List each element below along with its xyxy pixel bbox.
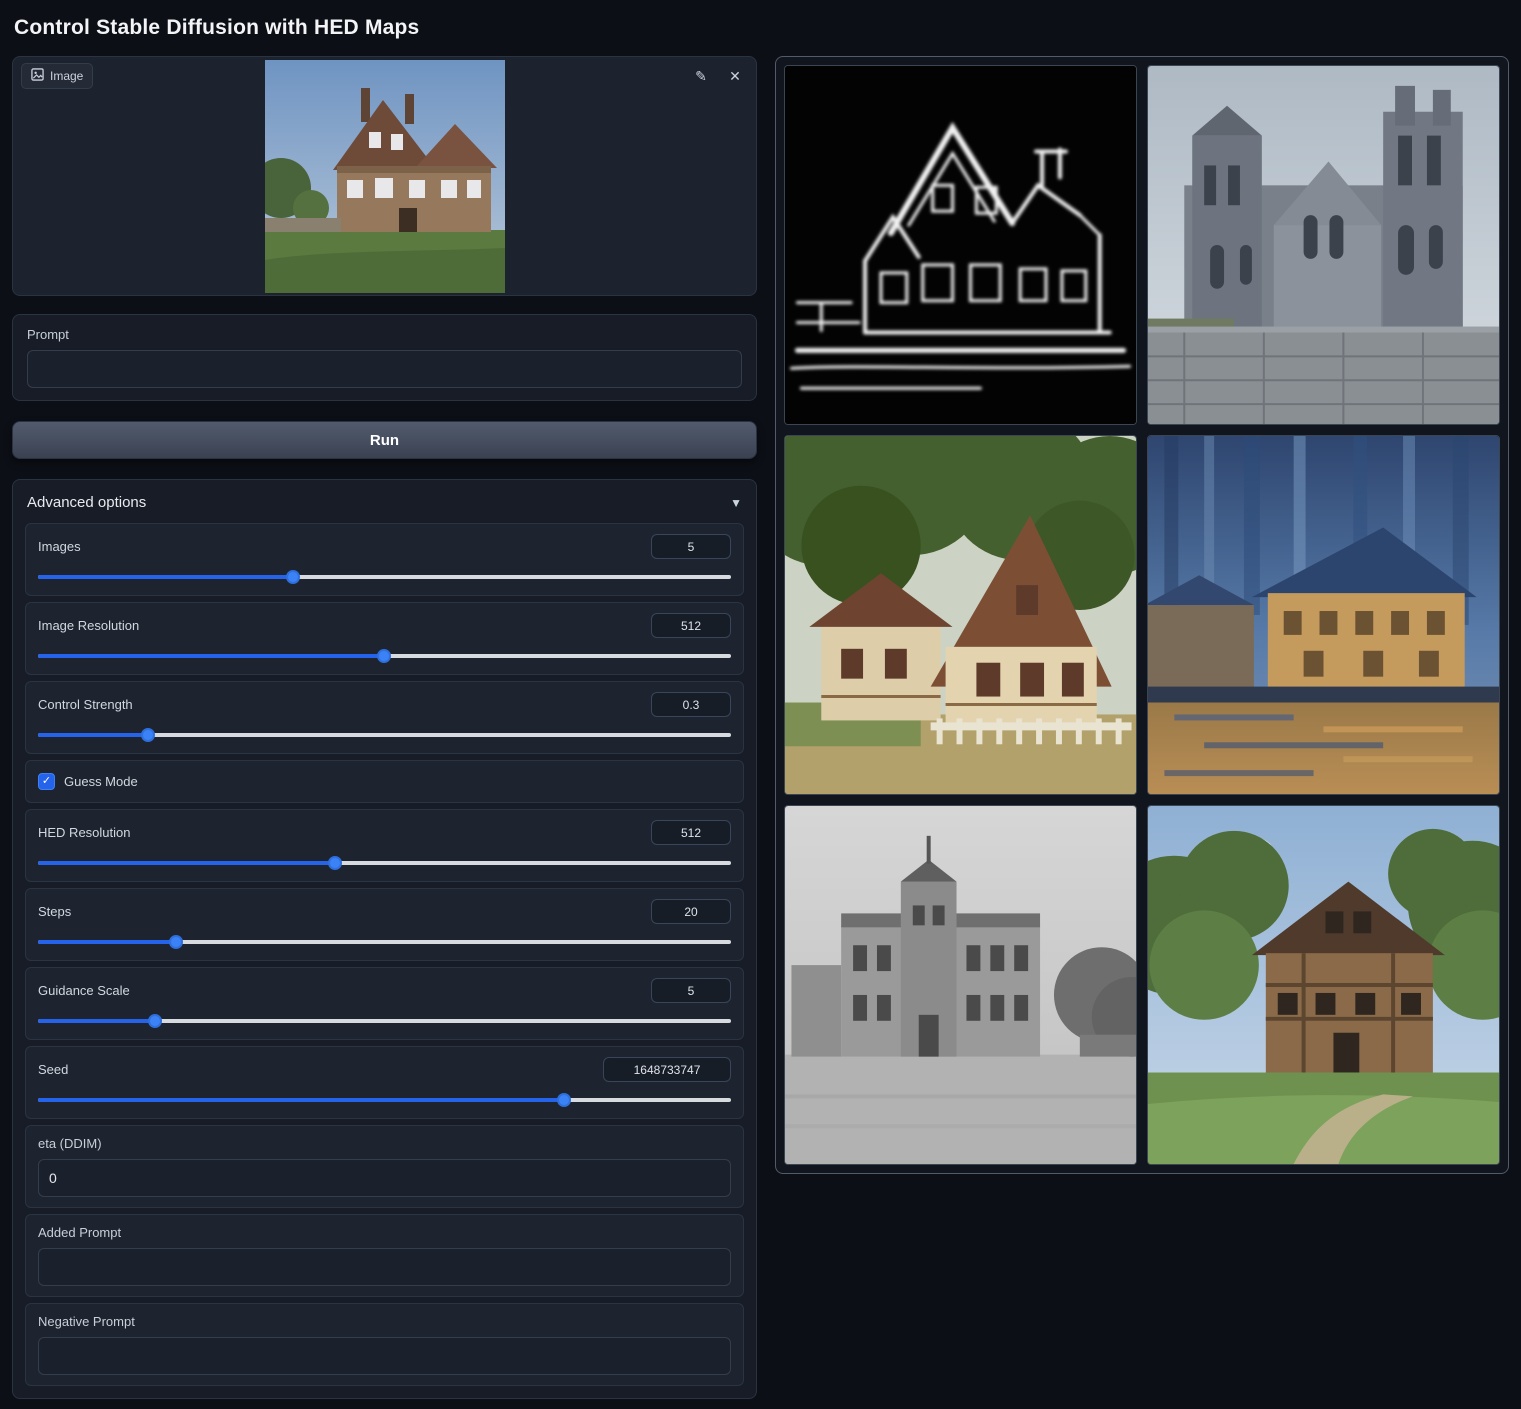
negative-prompt-label: Negative Prompt bbox=[38, 1314, 731, 1329]
steps-value-input[interactable] bbox=[651, 899, 731, 924]
control-strength-value-input[interactable] bbox=[651, 692, 731, 717]
slider-thumb[interactable] bbox=[141, 728, 155, 742]
run-button[interactable]: Run bbox=[12, 421, 757, 459]
edit-image-button[interactable]: ✎ bbox=[690, 65, 712, 87]
advanced-options-title: Advanced options bbox=[27, 494, 146, 511]
eta-input[interactable] bbox=[38, 1159, 731, 1197]
slider-row-guidance-scale: Guidance Scale bbox=[25, 967, 744, 1040]
guidance-scale-slider[interactable] bbox=[38, 1013, 731, 1029]
image-tab: Image bbox=[21, 63, 93, 89]
advanced-options-panel: Advanced options ▼ Images Image Resoluti… bbox=[12, 479, 757, 1399]
added-prompt-input[interactable] bbox=[38, 1248, 731, 1286]
hed-resolution-slider[interactable] bbox=[38, 855, 731, 871]
slider-row-steps: Steps bbox=[25, 888, 744, 961]
guess-mode-checkbox[interactable]: ✓ bbox=[38, 773, 55, 790]
slider-row-image-resolution: Image Resolution bbox=[25, 602, 744, 675]
page-title: Control Stable Diffusion with HED Maps bbox=[14, 16, 1509, 40]
hed-resolution-value-input[interactable] bbox=[651, 820, 731, 845]
steps-slider[interactable] bbox=[38, 934, 731, 950]
output-column bbox=[775, 56, 1509, 1174]
control-strength-label: Control Strength bbox=[38, 697, 133, 712]
image-tab-label: Image bbox=[50, 69, 83, 83]
image-resolution-slider[interactable] bbox=[38, 648, 731, 664]
seed-slider[interactable] bbox=[38, 1092, 731, 1108]
negative-prompt-row: Negative Prompt bbox=[25, 1303, 744, 1386]
eta-row: eta (DDIM) bbox=[25, 1125, 744, 1208]
image-resolution-label: Image Resolution bbox=[38, 618, 139, 633]
gallery-item-monochrome-building[interactable] bbox=[784, 805, 1137, 1165]
negative-prompt-input[interactable] bbox=[38, 1337, 731, 1375]
added-prompt-label: Added Prompt bbox=[38, 1225, 731, 1240]
slider-row-hed-resolution: HED Resolution bbox=[25, 809, 744, 882]
slider-thumb[interactable] bbox=[148, 1014, 162, 1028]
gallery-item-cottage-painting[interactable] bbox=[784, 435, 1137, 795]
guess-mode-label: Guess Mode bbox=[64, 774, 138, 789]
image-icon bbox=[31, 68, 44, 84]
control-strength-slider[interactable] bbox=[38, 727, 731, 743]
hed-resolution-label: HED Resolution bbox=[38, 825, 131, 840]
controls-column: Image ✎ ✕ bbox=[12, 56, 757, 1399]
slider-thumb[interactable] bbox=[328, 856, 342, 870]
result-gallery bbox=[775, 56, 1509, 1174]
guidance-scale-label: Guidance Scale bbox=[38, 983, 130, 998]
images-slider[interactable] bbox=[38, 569, 731, 585]
gallery-item-timber-house[interactable] bbox=[1147, 805, 1500, 1165]
slider-row-control-strength: Control Strength bbox=[25, 681, 744, 754]
slider-thumb[interactable] bbox=[286, 570, 300, 584]
slider-thumb[interactable] bbox=[377, 649, 391, 663]
app-root: Control Stable Diffusion with HED Maps I… bbox=[0, 0, 1521, 1409]
gallery-item-painterly-house[interactable] bbox=[1147, 435, 1500, 795]
prompt-input[interactable] bbox=[27, 350, 742, 388]
images-value-input[interactable] bbox=[651, 534, 731, 559]
steps-label: Steps bbox=[38, 904, 71, 919]
collapse-caret-icon: ▼ bbox=[730, 496, 742, 510]
uploaded-house-photo bbox=[265, 60, 505, 293]
seed-value-input[interactable] bbox=[603, 1057, 731, 1082]
gallery-item-hed-edge-map[interactable] bbox=[784, 65, 1137, 425]
slider-thumb[interactable] bbox=[169, 935, 183, 949]
clear-image-button[interactable]: ✕ bbox=[724, 65, 746, 87]
advanced-options-header[interactable]: Advanced options ▼ bbox=[13, 480, 756, 523]
slider-row-images: Images bbox=[25, 523, 744, 596]
image-upload-block[interactable]: Image ✎ ✕ bbox=[12, 56, 757, 296]
guidance-scale-value-input[interactable] bbox=[651, 978, 731, 1003]
prompt-block: Prompt bbox=[12, 314, 757, 401]
gallery-item-cathedral[interactable] bbox=[1147, 65, 1500, 425]
images-label: Images bbox=[38, 539, 81, 554]
guess-mode-row: ✓ Guess Mode bbox=[25, 760, 744, 803]
seed-label: Seed bbox=[38, 1062, 68, 1077]
image-resolution-value-input[interactable] bbox=[651, 613, 731, 638]
eta-label: eta (DDIM) bbox=[38, 1136, 731, 1151]
slider-row-seed: Seed bbox=[25, 1046, 744, 1119]
added-prompt-row: Added Prompt bbox=[25, 1214, 744, 1297]
slider-thumb[interactable] bbox=[557, 1093, 571, 1107]
prompt-label: Prompt bbox=[27, 327, 742, 342]
